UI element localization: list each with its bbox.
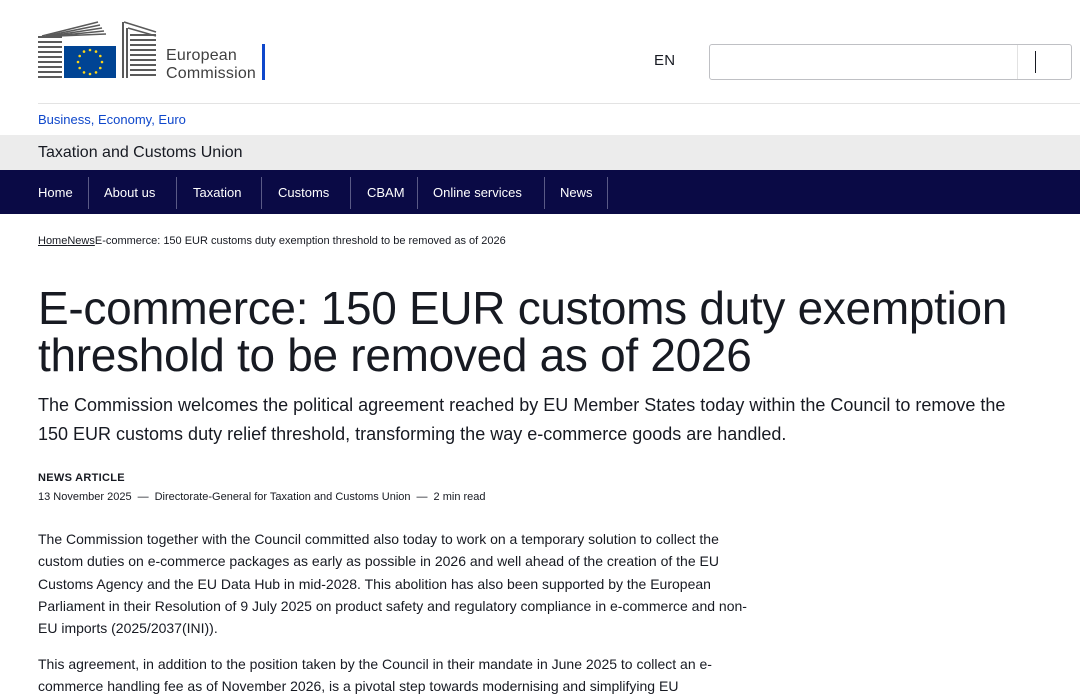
header-divider xyxy=(38,103,1080,104)
site-header: European Commission EN xyxy=(0,0,1080,104)
text-cursor xyxy=(1035,51,1036,73)
logo-wordmark: European Commission xyxy=(166,47,256,83)
search-divider xyxy=(1017,45,1018,79)
nav-separator xyxy=(176,177,177,209)
nav-separator xyxy=(350,177,351,209)
nav-item-online-services[interactable]: Online services xyxy=(433,177,522,209)
logo-accent-bar xyxy=(262,44,265,80)
site-name-band: Taxation and Customs Union xyxy=(0,135,1080,170)
logo-line-european: European xyxy=(166,47,237,64)
publish-date: 13 November 2025 xyxy=(38,491,132,503)
nav-item-cbam[interactable]: CBAM xyxy=(367,177,405,209)
site-title[interactable]: Taxation and Customs Union xyxy=(38,144,243,162)
nav-item-customs[interactable]: Customs xyxy=(278,177,329,209)
breadcrumb: HomeNewsE-commerce: 150 EUR customs duty… xyxy=(38,235,506,247)
nav-item-home[interactable]: Home xyxy=(38,177,73,209)
nav-separator xyxy=(261,177,262,209)
nav-separator xyxy=(88,177,89,209)
european-commission-logo[interactable]: European Commission xyxy=(38,20,268,82)
author-dg: Directorate-General for Taxation and Cus… xyxy=(154,491,411,503)
search-input[interactable] xyxy=(718,52,1018,72)
nav-separator xyxy=(544,177,545,209)
search-field[interactable] xyxy=(709,44,1072,80)
nav-separator xyxy=(607,177,608,209)
breadcrumb-news[interactable]: News xyxy=(67,235,95,247)
article-paragraph: The Commission together with the Council… xyxy=(38,531,747,637)
article-paragraph: This agreement, in addition to the posit… xyxy=(38,656,712,695)
breadcrumb-current: E-commerce: 150 EUR customs duty exempti… xyxy=(94,235,506,247)
main-navigation: Home About us Taxation Customs CBAM Onli… xyxy=(0,170,1080,214)
read-time: 2 min read xyxy=(433,491,486,503)
nav-separator xyxy=(417,177,418,209)
parent-site-link[interactable]: Business, Economy, Euro xyxy=(38,112,186,127)
article-lead: The Commission welcomes the political ag… xyxy=(38,395,1006,444)
nav-item-taxation[interactable]: Taxation xyxy=(193,177,241,209)
page-title: E-commerce: 150 EUR customs duty exempti… xyxy=(38,282,1008,381)
language-selector[interactable]: EN xyxy=(654,52,675,69)
breadcrumb-home[interactable]: Home xyxy=(38,235,67,247)
nav-item-news[interactable]: News xyxy=(560,177,593,209)
content-type-label: NEWS ARTICLE xyxy=(38,472,125,484)
logo-line-commission: Commission xyxy=(166,65,257,82)
article-meta: 13 November 2025— Directorate-General for… xyxy=(38,491,486,503)
nav-item-about-us[interactable]: About us xyxy=(104,177,155,209)
